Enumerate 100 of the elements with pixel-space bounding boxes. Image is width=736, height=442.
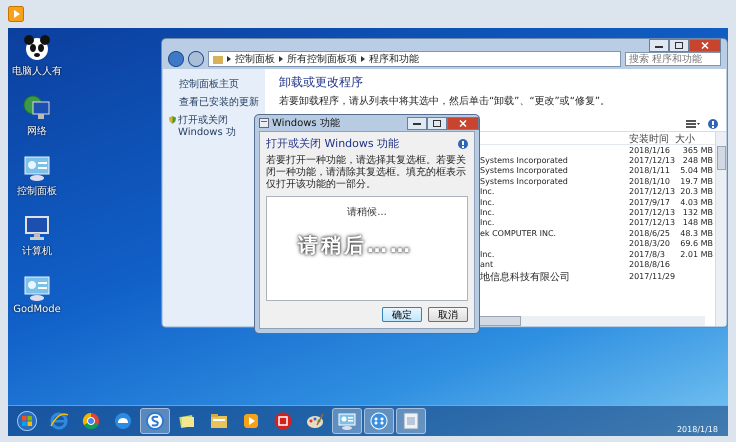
chevron-icon bbox=[279, 56, 283, 62]
table-cell: Inc. bbox=[480, 198, 494, 207]
table-cell-text: 2018/1/11 bbox=[628, 166, 672, 176]
desktop-icon-label[interactable]: 电脑人人有 bbox=[12, 64, 62, 78]
table-cell-text: 48.3 MB bbox=[679, 228, 714, 238]
taskbar-button[interactable] bbox=[396, 408, 426, 434]
globe-monitor-icon[interactable] bbox=[23, 94, 51, 122]
taskbar-button[interactable] bbox=[364, 408, 394, 434]
column-header[interactable]: 大小 bbox=[673, 132, 715, 146]
table-cell-text: 248 MB bbox=[682, 156, 714, 166]
forward-button[interactable] bbox=[188, 51, 204, 67]
table-cell: Systems Incorporated bbox=[480, 156, 568, 166]
maximize-icon bbox=[675, 42, 683, 49]
table-cell-text: 20.3 MB bbox=[679, 187, 714, 196]
folder-icon bbox=[209, 411, 229, 431]
maximize-button[interactable] bbox=[427, 116, 447, 130]
date-text: 2018/1/18 bbox=[676, 424, 718, 434]
maximize-icon bbox=[433, 120, 441, 126]
paint-palette-icon bbox=[305, 411, 325, 431]
cloud-icon bbox=[113, 411, 133, 431]
close-button[interactable] bbox=[689, 39, 721, 52]
breadcrumb-item[interactable]: 控制面板 bbox=[235, 52, 275, 66]
dialog-heading: 打开或关闭 Windows 功能 bbox=[266, 136, 400, 151]
dotted-circle-icon bbox=[369, 411, 389, 431]
table-cell: Systems Incorporated bbox=[480, 176, 568, 186]
taskbar-button[interactable] bbox=[140, 408, 170, 434]
breadcrumb-item[interactable]: 程序和功能 bbox=[369, 52, 419, 66]
chrome-style-icon bbox=[81, 411, 101, 431]
window-icon bbox=[401, 411, 421, 431]
window-title: Windows 功能 bbox=[272, 116, 341, 130]
search-field[interactable]: 搜索 程序和功能 bbox=[625, 52, 721, 66]
seal-icon bbox=[273, 411, 293, 431]
table-cell-text: 地信息科技有限公司 bbox=[480, 270, 570, 284]
desktop-icon-label[interactable]: 控制面板 bbox=[17, 184, 57, 198]
table-cell: Inc. bbox=[480, 187, 494, 196]
table-cell: Systems Incorporated bbox=[480, 166, 568, 176]
table-cell-text: 2018/3/20 bbox=[628, 239, 672, 248]
dialog-description: 若要打开一种功能，请选择其复选框。若要关闭一种功能，请清除其复选框。填充的框表示仅打开该功能的一部分。 bbox=[266, 155, 467, 191]
table-cell-text: 69.6 MB bbox=[679, 239, 714, 248]
table-cell: Inc. bbox=[480, 218, 494, 228]
ok-button[interactable]: 确定 bbox=[382, 307, 422, 322]
back-button[interactable] bbox=[168, 51, 184, 67]
minimize-button[interactable] bbox=[649, 39, 669, 52]
panda-icon[interactable] bbox=[23, 34, 51, 62]
view-options-icon[interactable] bbox=[686, 120, 700, 128]
column-header[interactable]: 安装时间 bbox=[627, 132, 673, 146]
table-cell: ant bbox=[480, 260, 494, 269]
desktop-icon-label[interactable]: 计算机 bbox=[22, 244, 52, 258]
desktop-icon-label[interactable]: 网络 bbox=[27, 124, 47, 138]
minimize-icon bbox=[655, 44, 663, 48]
window-icon bbox=[259, 118, 269, 128]
minimize-button[interactable] bbox=[407, 116, 427, 130]
taskbar-button[interactable] bbox=[332, 408, 362, 434]
caption-text: 请稍后…… bbox=[298, 232, 413, 259]
table-cell: Inc. bbox=[480, 208, 494, 218]
table-cell-text: 19.7 MB bbox=[679, 176, 714, 186]
table-cell-text: 2018/6/25 bbox=[628, 228, 672, 238]
minimize-icon bbox=[413, 121, 421, 125]
sidebar-link[interactable]: 控制面板主页 bbox=[179, 79, 239, 91]
table-cell-text: 365 MB bbox=[682, 146, 714, 155]
chevron-icon bbox=[227, 56, 231, 62]
play-icon bbox=[8, 6, 24, 22]
breadcrumb-item[interactable]: 所有控制面板项 bbox=[287, 52, 357, 66]
table-cell: Inc. bbox=[480, 250, 494, 259]
table-cell: ek COMPUTER INC. bbox=[480, 228, 556, 238]
control-panel-icon[interactable] bbox=[23, 274, 51, 302]
table-cell-text: 148 MB bbox=[682, 218, 714, 228]
instruction-text: 若要卸载程序，请从列表中将其选中，然后单击“卸载”、“更改”或“修复”。 bbox=[279, 94, 610, 108]
table-cell-text: 132 MB bbox=[682, 208, 714, 218]
table-cell-text: 2.01 MB bbox=[679, 250, 714, 259]
table-cell-text: 2017/11/29 bbox=[628, 272, 673, 282]
desktop-icon-label[interactable]: GodMode bbox=[13, 304, 61, 315]
table-cell-text: 2018/1/10 bbox=[628, 176, 672, 186]
table-cell-text: 2017/9/17 bbox=[628, 198, 672, 207]
e-letter-icon bbox=[49, 411, 69, 431]
table-cell-text: 2017/8/3 bbox=[628, 250, 666, 259]
table-cell-text: 2017/12/13 bbox=[628, 156, 673, 166]
folder-icon bbox=[213, 54, 223, 64]
close-icon bbox=[459, 120, 467, 126]
table-cell-text: 2018/8/16 bbox=[628, 260, 672, 269]
play-icon bbox=[241, 411, 261, 431]
computer-icon[interactable] bbox=[23, 214, 51, 242]
close-button[interactable] bbox=[447, 116, 479, 130]
table-cell-text: 2017/12/13 bbox=[628, 218, 673, 228]
loading-text: 请稍候... bbox=[347, 206, 387, 217]
chevron-icon bbox=[361, 56, 365, 62]
control-panel-icon[interactable] bbox=[23, 154, 51, 182]
close-icon bbox=[701, 42, 709, 49]
table-cell-text: 5.04 MB bbox=[679, 166, 714, 176]
table-cell-text: 4.03 MB bbox=[679, 198, 714, 207]
shield-icon bbox=[169, 115, 176, 125]
vertical-scrollbar[interactable] bbox=[715, 132, 726, 326]
table-cell-text: 2017/12/13 bbox=[628, 187, 673, 196]
maximize-button[interactable] bbox=[669, 39, 689, 52]
sidebar-link[interactable]: 查看已安装的更新 bbox=[179, 97, 259, 109]
table-cell-text: 2018/1/16 bbox=[628, 146, 672, 155]
cancel-button[interactable]: 取消 bbox=[428, 307, 468, 322]
s-letter-icon bbox=[145, 411, 165, 431]
page-heading: 卸载或更改程序 bbox=[279, 74, 364, 91]
address-bar[interactable]: 控制面板 所有控制面板项 程序和功能 bbox=[208, 51, 621, 67]
